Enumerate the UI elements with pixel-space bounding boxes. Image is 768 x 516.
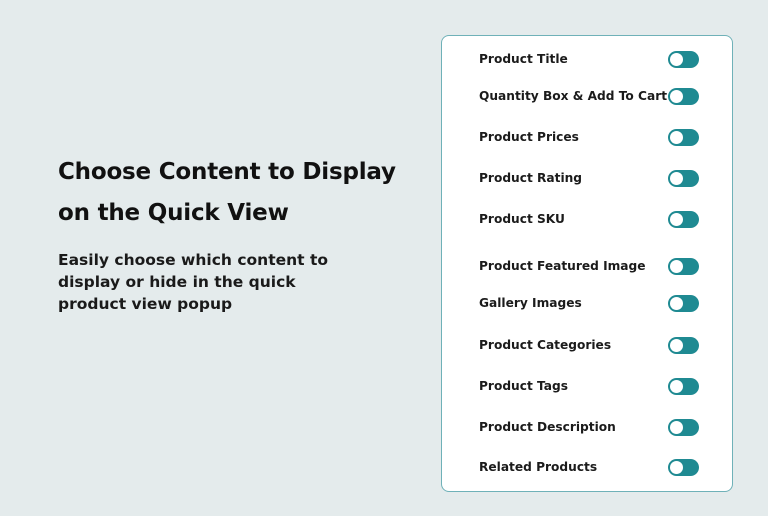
setting-row-product-categories: Product Categories	[479, 335, 699, 355]
setting-row-product-description: Product Description	[479, 417, 699, 437]
setting-row-featured-image: Product Featured Image	[479, 256, 699, 276]
setting-row-product-prices: Product Prices	[479, 127, 699, 147]
toggle-knob	[670, 171, 683, 185]
toggle-knob	[670, 338, 683, 352]
setting-label: Product Description	[479, 420, 616, 434]
related-products-toggle[interactable]	[668, 458, 699, 476]
gallery-images-toggle[interactable]	[668, 294, 699, 312]
setting-label: Product Rating	[479, 171, 583, 185]
setting-label: Product Tags	[479, 379, 568, 393]
setting-label: Gallery Images	[479, 296, 582, 310]
product-description-toggle[interactable]	[668, 418, 699, 436]
quick-view-settings-card: Product Title Quantity Box & Add To Cart…	[441, 35, 733, 492]
toggle-knob	[670, 52, 683, 66]
quantity-box-toggle[interactable]	[668, 87, 699, 105]
toggle-knob	[670, 130, 683, 144]
product-title-toggle[interactable]	[668, 50, 699, 68]
setting-row-product-title: Product Title	[479, 49, 699, 69]
toggle-knob	[670, 379, 683, 393]
setting-label: Product Prices	[479, 130, 579, 144]
toggle-knob	[670, 212, 683, 226]
hero-subtitle: Easily choose which content to display o…	[58, 251, 329, 313]
setting-row-product-tags: Product Tags	[479, 376, 699, 396]
setting-row-gallery-images: Gallery Images	[479, 293, 699, 313]
setting-row-quantity-box: Quantity Box & Add To Cart	[479, 86, 699, 106]
product-tags-toggle[interactable]	[668, 377, 699, 395]
setting-label: Product Title	[479, 52, 568, 66]
setting-label: Product Featured Image	[479, 259, 646, 273]
hero-title: Choose Content to Display on the Quick V…	[58, 159, 396, 226]
toggle-knob	[670, 296, 683, 310]
product-rating-toggle[interactable]	[668, 169, 699, 187]
setting-row-product-sku: Product SKU	[479, 209, 699, 229]
toggle-knob	[670, 460, 683, 474]
setting-label: Product SKU	[479, 212, 565, 226]
setting-row-related-products: Related Products	[479, 457, 699, 477]
setting-label: Quantity Box & Add To Cart	[479, 89, 668, 103]
featured-image-toggle[interactable]	[668, 257, 699, 275]
toggle-knob	[670, 259, 683, 273]
product-categories-toggle[interactable]	[668, 336, 699, 354]
product-prices-toggle[interactable]	[668, 128, 699, 146]
setting-row-product-rating: Product Rating	[479, 168, 699, 188]
toggle-knob	[670, 89, 683, 103]
product-sku-toggle[interactable]	[668, 210, 699, 228]
toggle-knob	[670, 420, 683, 434]
setting-label: Product Categories	[479, 338, 612, 352]
setting-label: Related Products	[479, 460, 598, 474]
